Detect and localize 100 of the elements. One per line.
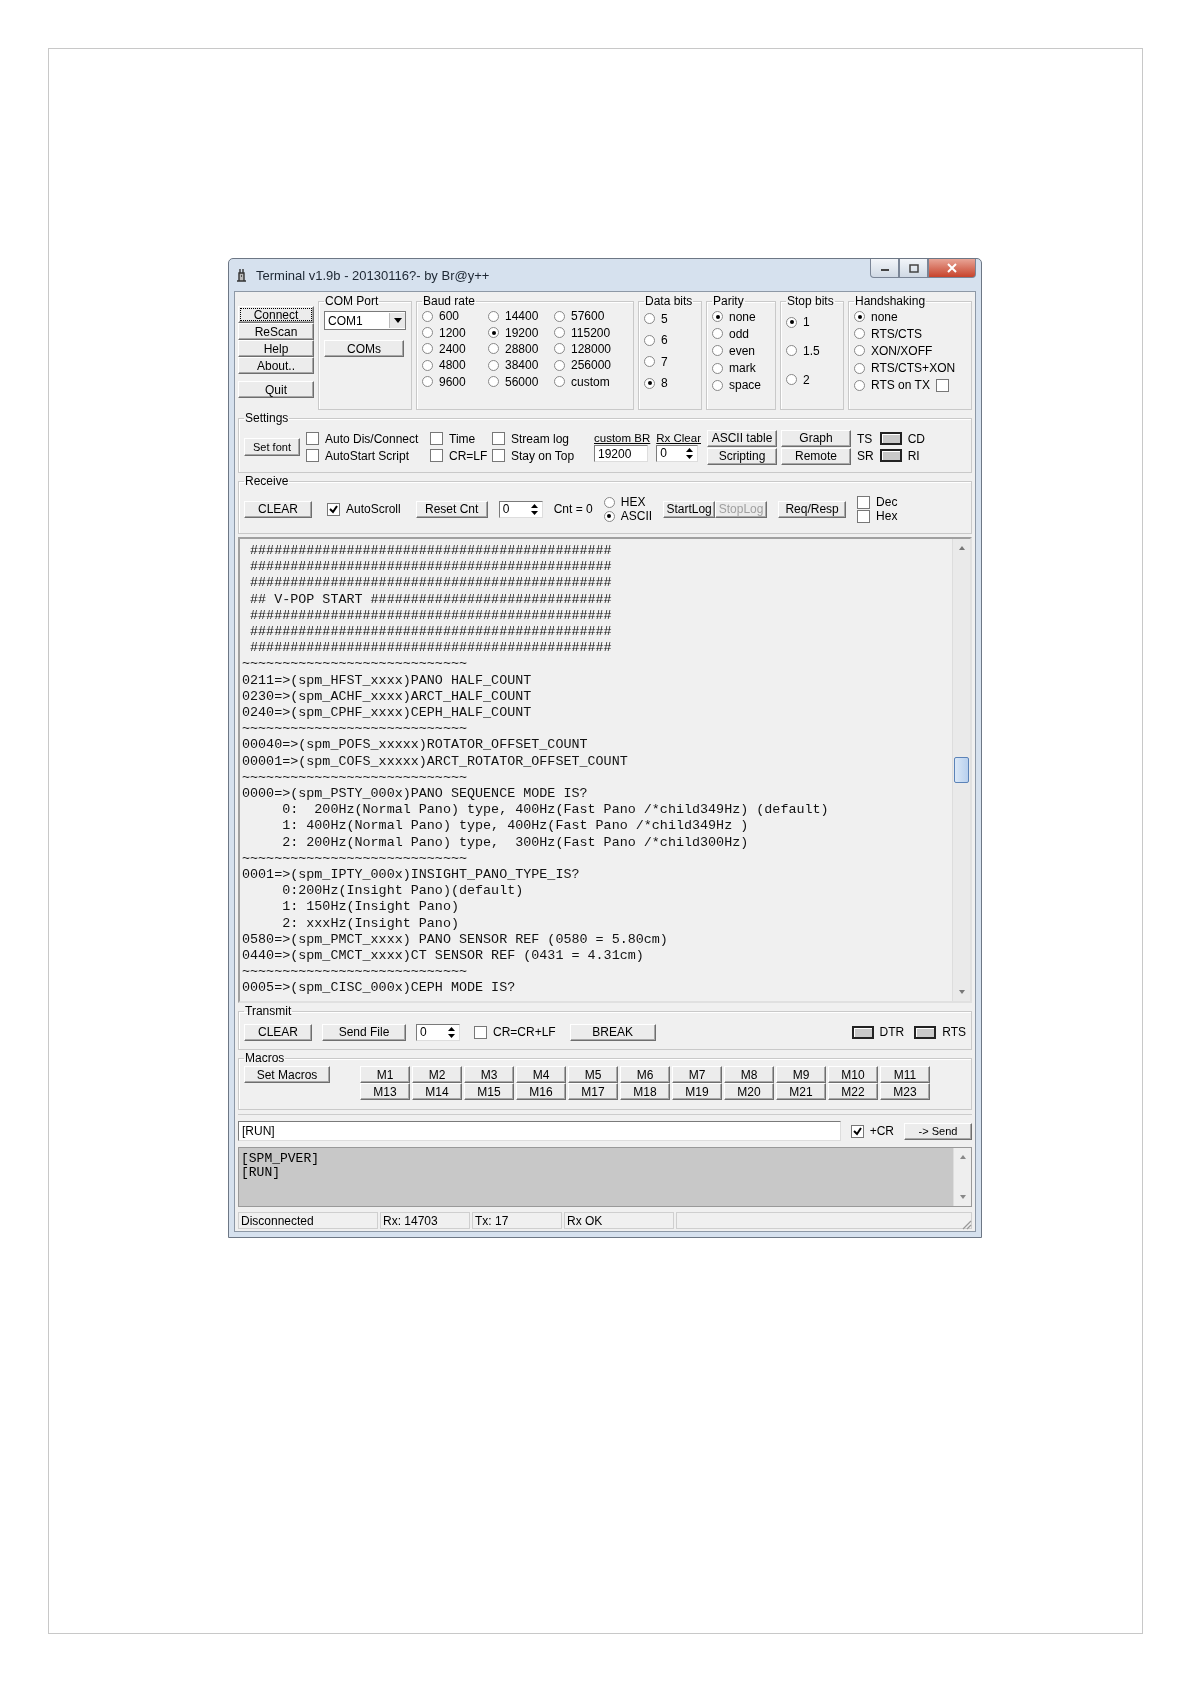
radio-button[interactable]: [603, 496, 615, 508]
macro-button[interactable]: M4: [516, 1066, 566, 1083]
macro-button[interactable]: M7: [672, 1066, 722, 1083]
radio-button[interactable]: [854, 345, 865, 357]
radio-button[interactable]: [786, 345, 797, 357]
macro-button[interactable]: M17: [568, 1083, 618, 1100]
send-file-button[interactable]: Send File: [322, 1023, 406, 1041]
radio-button[interactable]: [854, 379, 865, 391]
macro-button[interactable]: M23: [880, 1083, 930, 1100]
macro-button[interactable]: M18: [620, 1083, 670, 1100]
macro-button[interactable]: M22: [828, 1083, 878, 1100]
checkbox[interactable]: [327, 502, 340, 516]
radio-button[interactable]: [488, 359, 499, 371]
radio-button[interactable]: [554, 327, 565, 339]
macro-button[interactable]: M6: [620, 1066, 670, 1083]
coms-button[interactable]: COMs: [324, 340, 404, 357]
radio-button[interactable]: [712, 311, 723, 323]
scrollbar[interactable]: [952, 539, 970, 1001]
macro-button[interactable]: M15: [464, 1083, 514, 1100]
radio-button[interactable]: [488, 343, 499, 355]
radio-button[interactable]: [603, 510, 615, 522]
radio-button[interactable]: [422, 343, 433, 355]
radio-button[interactable]: [712, 379, 723, 391]
radio-button[interactable]: [786, 374, 797, 386]
radio-button[interactable]: [854, 328, 865, 340]
tool-button[interactable]: ASCII table: [707, 429, 777, 447]
toolbar-button[interactable]: About..: [238, 357, 314, 374]
toolbar-button[interactable]: ReScan: [238, 323, 314, 340]
break-button[interactable]: BREAK: [569, 1023, 656, 1041]
macro-button[interactable]: M2: [412, 1066, 462, 1083]
checkbox[interactable]: [857, 509, 871, 523]
checkbox[interactable]: [430, 449, 443, 462]
macro-button[interactable]: M16: [516, 1083, 566, 1100]
number-spinner[interactable]: 0: [416, 1023, 460, 1041]
checkbox[interactable]: [306, 449, 319, 462]
macro-button[interactable]: M11: [880, 1066, 930, 1083]
tool-button[interactable]: Remote: [781, 447, 851, 465]
macro-button[interactable]: M8: [724, 1066, 774, 1083]
command-input[interactable]: [RUN]: [238, 1121, 841, 1141]
radio-button[interactable]: [554, 310, 565, 322]
checkbox[interactable]: [492, 449, 505, 462]
checkbox[interactable]: [306, 432, 319, 445]
minimize-button[interactable]: [870, 259, 899, 278]
set-font-button[interactable]: Set font: [244, 438, 300, 456]
radio-button[interactable]: [488, 327, 499, 339]
macro-button[interactable]: M14: [412, 1083, 462, 1100]
radio-button[interactable]: [712, 345, 723, 357]
macro-button[interactable]: M19: [672, 1083, 722, 1100]
checkbox[interactable]: [430, 432, 443, 445]
radio-button[interactable]: [712, 362, 723, 374]
macro-button[interactable]: M13: [360, 1083, 410, 1100]
radio-button[interactable]: [644, 313, 655, 325]
radio-button[interactable]: [712, 328, 723, 340]
radio-button[interactable]: [644, 356, 655, 368]
number-spinner[interactable]: 0: [656, 445, 699, 462]
tool-button[interactable]: Scripting: [707, 447, 777, 465]
macro-button[interactable]: M10: [828, 1066, 878, 1083]
radio-button[interactable]: [644, 377, 655, 389]
radio-button[interactable]: [854, 362, 865, 374]
req-resp-button[interactable]: Req/Resp: [778, 500, 847, 518]
checkbox[interactable]: [474, 1025, 487, 1039]
maximize-button[interactable]: [899, 259, 928, 278]
radio-button[interactable]: [786, 316, 797, 328]
macro-button[interactable]: M9: [776, 1066, 826, 1083]
radio-button[interactable]: [854, 311, 865, 323]
custom-baud-field[interactable]: 19200: [594, 445, 648, 462]
reset-count-button[interactable]: Reset Cnt: [415, 500, 488, 518]
tool-button[interactable]: Graph: [781, 429, 851, 447]
number-spinner[interactable]: 0: [498, 500, 543, 518]
radio-button[interactable]: [554, 343, 565, 355]
checkbox[interactable]: [857, 495, 871, 509]
checkbox[interactable]: [935, 378, 949, 392]
macro-button[interactable]: M20: [724, 1083, 774, 1100]
toolbar-button[interactable]: Quit: [238, 381, 314, 398]
toolbar-button[interactable]: Connect: [238, 306, 314, 323]
macro-button[interactable]: M21: [776, 1083, 826, 1100]
macro-button[interactable]: M3: [464, 1066, 514, 1083]
radio-button[interactable]: [644, 334, 655, 346]
radio-button[interactable]: [488, 376, 499, 388]
radio-button[interactable]: [422, 376, 433, 388]
macro-button[interactable]: M1: [360, 1066, 410, 1083]
macro-button[interactable]: M5: [568, 1066, 618, 1083]
radio-button[interactable]: [422, 359, 433, 371]
log-button[interactable]: StartLog: [663, 500, 716, 518]
radio-button[interactable]: [554, 376, 565, 388]
checkbox[interactable]: [492, 432, 505, 445]
clear-button[interactable]: CLEAR: [244, 500, 312, 518]
set-macros-button[interactable]: Set Macros: [244, 1066, 330, 1083]
send-button[interactable]: -> Send: [904, 1122, 972, 1140]
radio-button[interactable]: [554, 359, 565, 371]
scroll-thumb[interactable]: [954, 757, 969, 783]
radio-label: space: [729, 378, 762, 393]
radio-button[interactable]: [488, 310, 499, 322]
radio-button[interactable]: [422, 310, 433, 322]
toolbar-button[interactable]: Help: [238, 340, 314, 357]
clear-button[interactable]: CLEAR: [244, 1023, 312, 1041]
checkbox[interactable]: [850, 1124, 864, 1138]
close-button[interactable]: [928, 259, 976, 278]
radio-button[interactable]: [422, 327, 433, 339]
port-dropdown[interactable]: COM1: [324, 311, 406, 330]
